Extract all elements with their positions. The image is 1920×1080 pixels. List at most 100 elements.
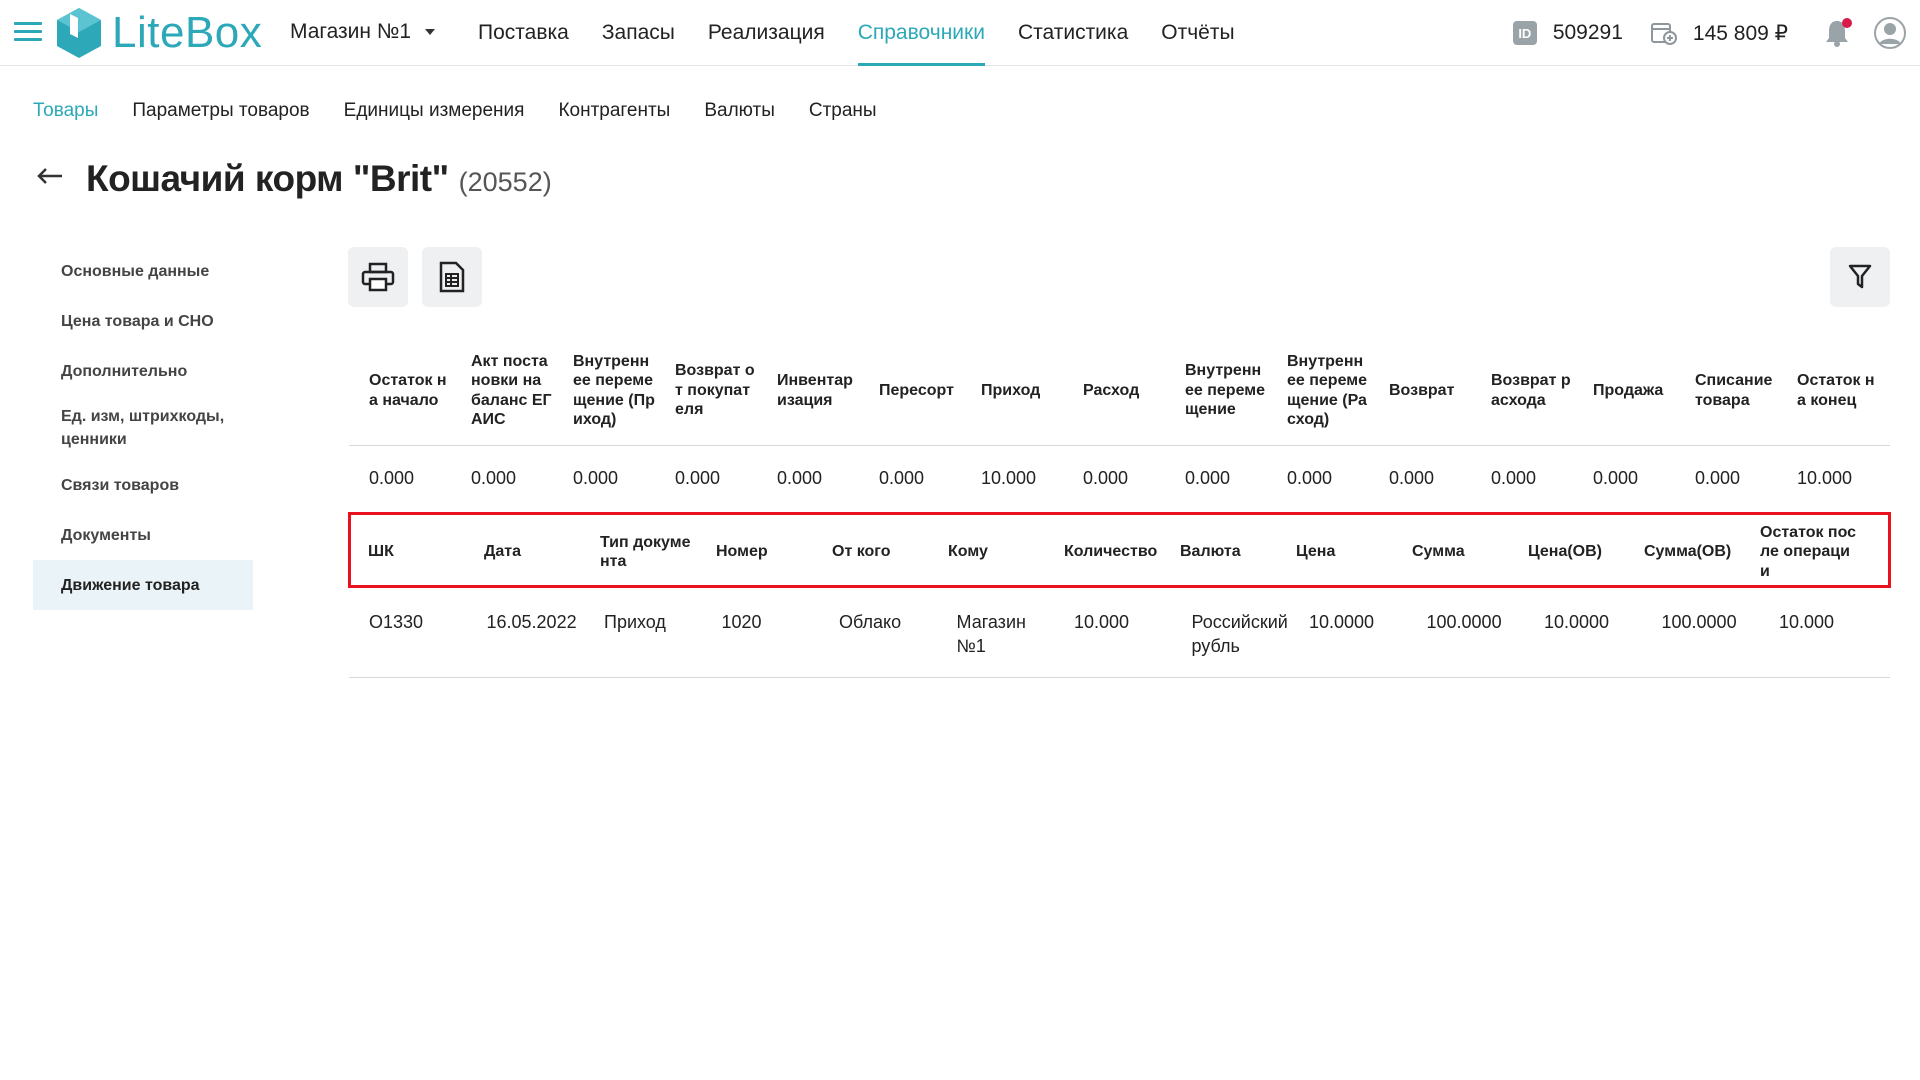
- top-right-panel: ID 509291 145 809 ₽: [1512, 0, 1920, 66]
- movement-cell-price: 10.0000: [1309, 612, 1375, 632]
- filter-button[interactable]: [1830, 247, 1890, 307]
- account-id: 509291: [1552, 21, 1623, 44]
- movement-table-header: ШК Дата Тип документа Номер От кого Кому…: [349, 512, 1890, 592]
- litebox-logo-icon: [57, 8, 101, 58]
- summary-value-cell: 0.000: [1389, 467, 1435, 488]
- subnav-item-units[interactable]: Единицы измерения: [344, 100, 525, 122]
- movement-header-cell[interactable]: Сумма: [1393, 512, 1509, 592]
- arrow-left-icon[interactable]: [36, 166, 64, 186]
- summary-header-cell: Акт постановки на баланс ЕГАИС: [471, 352, 552, 429]
- movement-cell-currency: Российский рубль: [1191, 612, 1288, 656]
- logo[interactable]: LiteBox: [54, 6, 262, 60]
- nav-item-stock[interactable]: Запасы: [602, 0, 675, 66]
- spreadsheet-icon: [439, 261, 465, 293]
- summary-table-header: Остаток на начало Акт постановки на бала…: [349, 336, 1890, 446]
- nav-item-reports[interactable]: Отчёты: [1161, 0, 1234, 66]
- movement-header-cell[interactable]: Номер: [697, 512, 813, 592]
- store-selector[interactable]: Магазин №1: [290, 20, 436, 44]
- summary-value-cell: 0.000: [1491, 467, 1537, 488]
- product-name: Кошачий корм "Brit": [86, 158, 449, 199]
- movement-header-cell[interactable]: Кому: [929, 512, 1045, 592]
- movement-cell-quantity: 10.000: [1074, 612, 1130, 632]
- nav-item-directories[interactable]: Справочники: [857, 0, 985, 66]
- printer-icon: [361, 262, 395, 292]
- main-nav: Поставка Запасы Реализация Справочники С…: [478, 0, 1268, 66]
- movement-cell-price-ov: 10.0000: [1544, 612, 1610, 632]
- movement-cell-remainder: 10.000: [1779, 612, 1835, 632]
- movement-cell-from: Облако: [839, 612, 902, 632]
- chevron-down-icon: [425, 29, 436, 35]
- summary-value-cell: 0.000: [1695, 467, 1741, 488]
- movement-header-cell[interactable]: ШК: [349, 512, 465, 592]
- hamburger-icon[interactable]: [14, 22, 42, 44]
- summary-value-cell: 10.000: [981, 467, 1037, 488]
- user-avatar-icon[interactable]: [1874, 17, 1906, 49]
- page-title: Кошачий корм "Brit" (20552): [86, 158, 552, 200]
- summary-header-cell: Внутреннее перемещение (Приход): [573, 352, 655, 429]
- movement-header-cell[interactable]: Тип документа: [581, 512, 697, 592]
- notification-dot: [1842, 18, 1852, 28]
- table-row[interactable]: О1330 16.05.2022 Приход 1020 Облако Мага…: [349, 592, 1890, 678]
- menu-item-documents[interactable]: Документы: [33, 510, 253, 560]
- movement-cell-barcode: О1330: [369, 612, 424, 632]
- summary-header-cell: Остаток на конец: [1797, 372, 1875, 409]
- summary-value-cell: 0.000: [1185, 467, 1231, 488]
- summary-header-cell: Возврат: [1389, 381, 1455, 399]
- movement-header-cell[interactable]: Цена(ОВ): [1509, 512, 1625, 592]
- summary-header-cell: Остаток на начало: [369, 372, 447, 409]
- menu-item-price-tax[interactable]: Цена товара и СНО: [33, 296, 253, 346]
- subnav-item-counterparties[interactable]: Контрагенты: [558, 100, 670, 122]
- summary-header-cell: Продажа: [1593, 381, 1664, 399]
- wallet-icon: [1650, 23, 1677, 45]
- menu-item-links[interactable]: Связи товаров: [33, 460, 253, 510]
- summary-value-cell: 0.000: [1593, 467, 1639, 488]
- movement-header-cell[interactable]: Цена: [1277, 512, 1393, 592]
- subnav-item-goods-params[interactable]: Параметры товаров: [132, 100, 309, 122]
- summary-header-cell: Внутреннее перемещение: [1185, 362, 1265, 419]
- movement-cell-sum: 100.0000: [1426, 612, 1502, 632]
- movement-cell-date: 16.05.2022: [486, 612, 577, 632]
- movement-header-cell[interactable]: От кого: [813, 512, 929, 592]
- print-button[interactable]: [348, 247, 408, 307]
- nav-item-delivery[interactable]: Поставка: [478, 0, 569, 66]
- summary-header-cell: Списание товара: [1695, 372, 1773, 409]
- movement-cell-sum-ov: 100.0000: [1661, 612, 1737, 632]
- bell-icon[interactable]: [1824, 18, 1852, 47]
- summary-header-cell: Возврат расхода: [1491, 372, 1571, 409]
- summary-header-cell: Приход: [981, 381, 1041, 399]
- summary-header-cell: Расход: [1083, 381, 1140, 399]
- menu-item-movement[interactable]: Движение товара: [33, 560, 253, 610]
- subnav-item-currencies[interactable]: Валюты: [704, 100, 775, 122]
- summary-header-cell: Возврат от покупателя: [675, 362, 755, 419]
- summary-value-cell: 0.000: [1083, 467, 1129, 488]
- movement-cell-doc-type: Приход: [604, 612, 666, 632]
- summary-header-cell: Инвентаризация: [777, 372, 853, 409]
- menu-item-units-barcodes[interactable]: Ед. изм, штрихкоды, ценники: [33, 396, 253, 460]
- movement-header-cell[interactable]: Дата: [465, 512, 581, 592]
- id-icon: ID: [1512, 21, 1537, 45]
- summary-value-cell: 0.000: [777, 467, 823, 488]
- filter-icon: [1848, 264, 1872, 289]
- movement-header-cell[interactable]: Остаток после операции: [1741, 512, 1857, 592]
- movement-header-cell[interactable]: Валюта: [1161, 512, 1277, 592]
- movement-header-cell[interactable]: Количество: [1045, 512, 1161, 592]
- summary-value-cell: 0.000: [369, 467, 415, 488]
- sub-nav: Товары Параметры товаров Единицы измерен…: [33, 100, 911, 122]
- product-side-menu: Основные данные Цена товара и СНО Дополн…: [33, 246, 253, 610]
- summary-value-cell: 0.000: [471, 467, 517, 488]
- menu-item-additional[interactable]: Дополнительно: [33, 346, 253, 396]
- subnav-item-goods[interactable]: Товары: [33, 100, 98, 122]
- top-bar: LiteBox Магазин №1 Поставка Запасы Реали…: [0, 0, 1920, 66]
- logo-text: LiteBox: [112, 8, 263, 57]
- subnav-item-countries[interactable]: Страны: [809, 100, 877, 122]
- movement-header-cell[interactable]: Сумма(ОВ): [1625, 512, 1741, 592]
- summary-value-cell: 10.000: [1797, 467, 1853, 488]
- balance: 145 809 ₽: [1692, 21, 1788, 45]
- nav-item-sales[interactable]: Реализация: [708, 0, 825, 66]
- menu-item-main-data[interactable]: Основные данные: [33, 246, 253, 296]
- summary-header-cell: Пересорт: [879, 381, 954, 399]
- product-code: (20552): [458, 167, 552, 197]
- export-button[interactable]: [422, 247, 482, 307]
- nav-item-statistics[interactable]: Статистика: [1018, 0, 1128, 66]
- summary-value-cell: 0.000: [675, 467, 721, 488]
